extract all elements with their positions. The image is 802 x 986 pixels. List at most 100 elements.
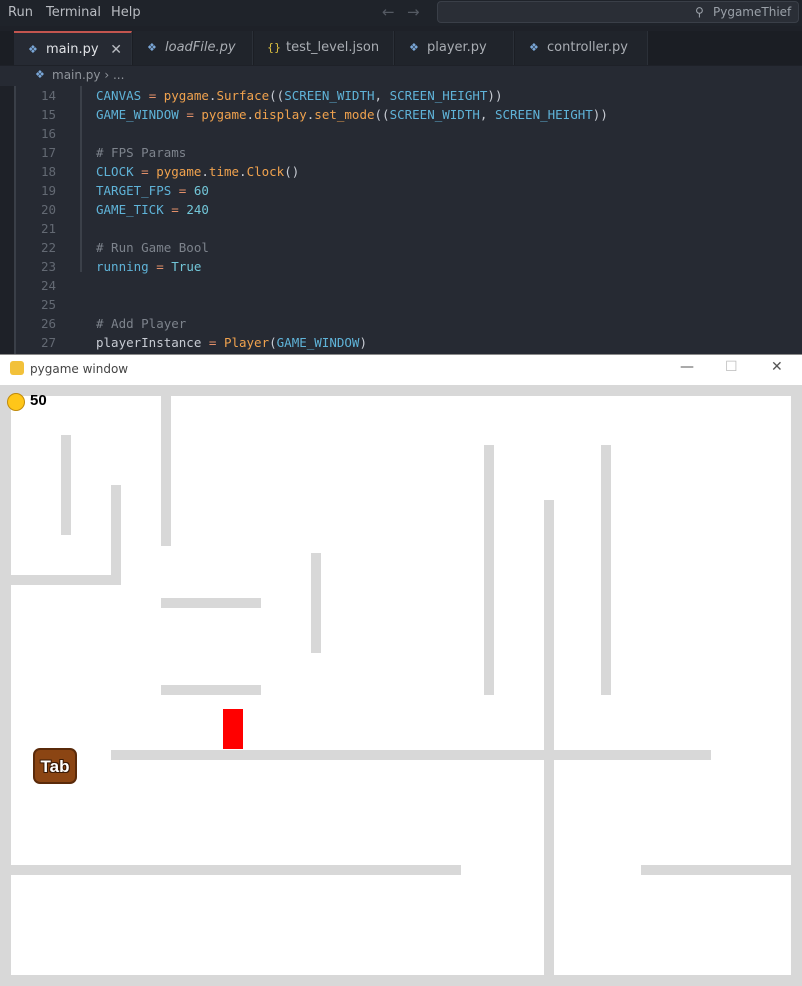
tab-test-level-json[interactable]: {} test_level.json bbox=[254, 31, 394, 65]
line-number: 26 bbox=[40, 316, 56, 331]
line-number: 23 bbox=[40, 259, 56, 274]
python-file-icon: ❖ bbox=[35, 68, 45, 81]
code-line[interactable]: 26 # Add Player bbox=[14, 314, 802, 333]
line-number: 24 bbox=[40, 278, 56, 293]
menu-help[interactable]: Help bbox=[111, 5, 141, 20]
breadcrumb-rest: ... bbox=[112, 68, 125, 82]
code-text: running = True bbox=[96, 259, 202, 274]
menu-bar: Run Terminal Help ← → ⚲ PygameThief bbox=[0, 0, 802, 26]
python-file-icon: ❖ bbox=[409, 41, 419, 54]
maze-wall bbox=[484, 445, 494, 695]
code-line[interactable]: 22 # Run Game Bool bbox=[14, 238, 802, 257]
python-file-icon: ❖ bbox=[147, 41, 157, 54]
code-editor[interactable]: 14 CANVAS = pygame.Surface((SCREEN_WIDTH,… bbox=[14, 86, 802, 354]
maze-wall bbox=[11, 575, 121, 585]
pygame-window: pygame window — ☐ ✕ 50 Tab bbox=[0, 354, 802, 986]
pygame-snake-icon bbox=[10, 361, 24, 375]
code-text: # Add Player bbox=[96, 316, 187, 331]
code-text: TARGET_FPS = 60 bbox=[96, 183, 209, 198]
code-text: GAME_TICK = 240 bbox=[96, 202, 209, 217]
maze-wall bbox=[791, 385, 802, 986]
maze-wall bbox=[11, 865, 461, 875]
menu-terminal[interactable]: Terminal bbox=[46, 5, 101, 20]
line-number: 18 bbox=[40, 164, 56, 179]
search-project-label: PygameThief bbox=[713, 5, 792, 19]
maximize-icon[interactable]: ☐ bbox=[725, 359, 738, 375]
line-number: 25 bbox=[40, 297, 56, 312]
line-number: 15 bbox=[40, 107, 56, 122]
tab-player-py[interactable]: ❖ player.py bbox=[395, 31, 514, 65]
line-number: 21 bbox=[40, 221, 56, 236]
code-line[interactable]: 20 GAME_TICK = 240 bbox=[14, 200, 802, 219]
code-text: # Run Game Bool bbox=[96, 240, 209, 255]
tab-controller-py[interactable]: ❖ controller.py bbox=[515, 31, 648, 65]
line-number: 20 bbox=[40, 202, 56, 217]
tab-main-py[interactable]: ❖ main.py ✕ bbox=[14, 31, 132, 65]
breadcrumb-file: main.py bbox=[52, 68, 101, 82]
line-number: 16 bbox=[40, 126, 56, 141]
code-line[interactable]: 24 bbox=[14, 276, 802, 295]
maze-wall bbox=[161, 598, 261, 608]
line-number: 17 bbox=[40, 145, 56, 160]
code-line[interactable]: 23 running = True bbox=[14, 257, 802, 276]
tab-label: controller.py bbox=[547, 40, 628, 55]
maze-wall bbox=[161, 685, 261, 695]
window-title: pygame window bbox=[30, 362, 129, 376]
code-text: playerInstance = Player(GAME_WINDOW) bbox=[96, 335, 367, 350]
code-line[interactable]: 27 playerInstance = Player(GAME_WINDOW) bbox=[14, 333, 802, 352]
line-number: 27 bbox=[40, 335, 56, 350]
minimize-icon[interactable]: — bbox=[680, 359, 694, 375]
maze-wall bbox=[641, 865, 791, 875]
code-text: GAME_WINDOW = pygame.display.set_mode((S… bbox=[96, 107, 608, 122]
close-tab-icon[interactable]: ✕ bbox=[110, 33, 122, 67]
game-canvas[interactable]: 50 Tab bbox=[0, 385, 802, 986]
tab-label: main.py bbox=[46, 42, 99, 57]
maze-wall bbox=[61, 435, 71, 535]
code-text: CLOCK = pygame.time.Clock() bbox=[96, 164, 300, 179]
coin-icon bbox=[7, 393, 25, 411]
coin-counter: 50 bbox=[30, 392, 47, 409]
maze-wall bbox=[161, 396, 171, 546]
code-line[interactable]: 25 bbox=[14, 295, 802, 314]
maze-wall bbox=[311, 553, 321, 653]
code-text: # FPS Params bbox=[96, 145, 187, 160]
tab-label: loadFile.py bbox=[165, 40, 236, 55]
maze-wall bbox=[0, 385, 11, 986]
tab-key-chest-icon: Tab bbox=[33, 748, 77, 784]
line-number: 22 bbox=[40, 240, 56, 255]
line-number: 14 bbox=[40, 88, 56, 103]
code-line[interactable]: 17 # FPS Params bbox=[14, 143, 802, 162]
code-line[interactable]: 21 bbox=[14, 219, 802, 238]
code-line[interactable]: 15 GAME_WINDOW = pygame.display.set_mode(… bbox=[14, 105, 802, 124]
maze-wall bbox=[111, 750, 711, 760]
tab-label: test_level.json bbox=[286, 40, 380, 55]
tab-key-label: Tab bbox=[40, 757, 70, 776]
editor-tab-bar: ❖ main.py ✕ ❖ loadFile.py {} test_level.… bbox=[0, 31, 802, 65]
menu-run[interactable]: Run bbox=[8, 5, 33, 20]
maze-wall bbox=[0, 975, 802, 986]
back-arrow-icon[interactable]: ← bbox=[382, 3, 395, 21]
code-line[interactable]: 19 TARGET_FPS = 60 bbox=[14, 181, 802, 200]
tab-loadfile-py[interactable]: ❖ loadFile.py bbox=[133, 31, 253, 65]
pygame-title-bar[interactable]: pygame window — ☐ ✕ bbox=[0, 355, 802, 385]
tab-label: player.py bbox=[427, 40, 487, 55]
line-number: 19 bbox=[40, 183, 56, 198]
player-sprite bbox=[223, 709, 243, 749]
forward-arrow-icon[interactable]: → bbox=[407, 3, 420, 21]
code-line[interactable]: 16 bbox=[14, 124, 802, 143]
code-text: CANVAS = pygame.Surface((SCREEN_WIDTH, S… bbox=[96, 88, 503, 103]
python-file-icon: ❖ bbox=[529, 41, 539, 54]
maze-wall bbox=[111, 485, 121, 585]
maze-wall bbox=[544, 500, 554, 975]
breadcrumb-path[interactable]: main.py › ... bbox=[52, 68, 124, 82]
search-icon: ⚲ bbox=[695, 5, 704, 19]
maze-wall bbox=[601, 445, 611, 695]
json-file-icon: {} bbox=[267, 41, 281, 54]
code-line[interactable]: 18 CLOCK = pygame.time.Clock() bbox=[14, 162, 802, 181]
code-line[interactable]: 14 CANVAS = pygame.Surface((SCREEN_WIDTH,… bbox=[14, 86, 802, 105]
close-window-icon[interactable]: ✕ bbox=[771, 359, 783, 375]
python-file-icon: ❖ bbox=[28, 43, 38, 56]
command-search-box[interactable]: ⚲ PygameThief bbox=[437, 1, 799, 23]
maze-wall bbox=[0, 385, 802, 396]
breadcrumb: ❖ main.py › ... bbox=[0, 66, 802, 86]
